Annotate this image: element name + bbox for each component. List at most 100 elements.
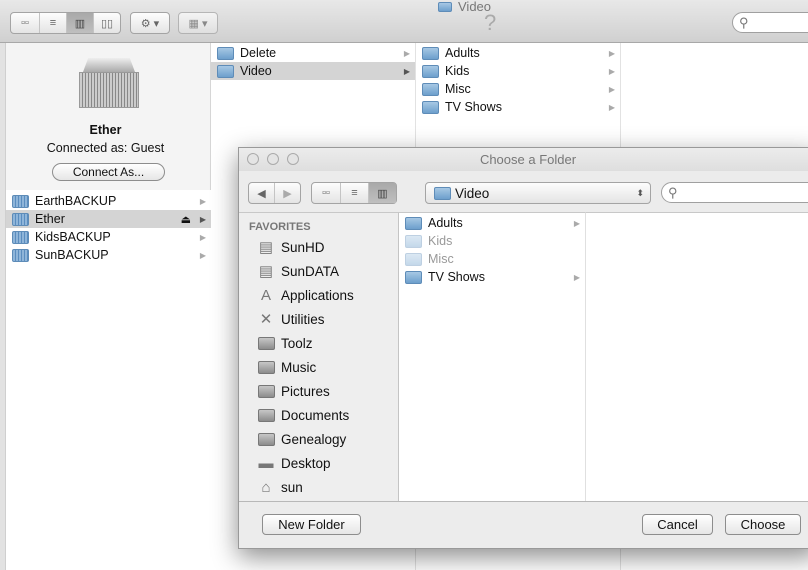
dialog-search-input[interactable]: ⚲ <box>661 182 808 203</box>
list-item[interactable]: Kids ▶ <box>416 62 620 80</box>
list-view-button[interactable]: ≡ <box>341 183 369 203</box>
action-menu-button[interactable]: ⚙ ▾ <box>130 12 170 34</box>
eject-icon[interactable]: ⏏ <box>181 213 191 226</box>
folder-icon <box>405 270 422 284</box>
favorite-item[interactable]: ▤ SunDATA <box>257 260 339 282</box>
network-volume-icon <box>12 212 29 226</box>
folder-icon <box>405 216 422 230</box>
forward-button[interactable]: ▶ <box>275 183 300 203</box>
network-volume-icon <box>12 230 29 244</box>
folder-icon <box>405 234 422 248</box>
shared-list: EarthBACKUP ▶ Ether ⏏ ▶ KidsBACKUP ▶ SunBACK… <box>6 190 211 570</box>
list-item[interactable]: TV Shows ▶ <box>399 268 585 286</box>
list-item: Kids <box>399 232 585 250</box>
search-input[interactable]: ⚲ <box>732 12 808 33</box>
favorite-item[interactable]: ▬ Desktop <box>257 452 331 474</box>
search-icon: ⚲ <box>739 15 749 30</box>
close-button[interactable] <box>247 153 259 165</box>
connection-status: Connected as: Guest <box>46 141 165 155</box>
coverflow-view-button[interactable]: ▯▯ <box>94 13 120 33</box>
folder-icon <box>257 360 275 374</box>
column-view-button[interactable]: ▥ <box>369 183 396 203</box>
desktop-icon: ▬ <box>258 454 274 472</box>
choose-button[interactable]: Choose <box>725 514 801 535</box>
folder-icon <box>422 46 439 60</box>
chevron-right-icon: ▶ <box>403 48 410 58</box>
minimize-button[interactable] <box>267 153 279 165</box>
favorite-item[interactable]: Pictures <box>257 380 330 402</box>
list-item[interactable]: Delete ▶ <box>211 44 415 62</box>
help-icon[interactable]: ? <box>484 10 496 36</box>
path-popup[interactable]: Video ⬍ <box>425 182 651 204</box>
list-item[interactable]: Ether ⏏ ▶ <box>6 210 211 228</box>
list-item[interactable]: Adults ▶ <box>399 214 585 232</box>
utilities-icon: ✕ <box>259 311 273 328</box>
folder-icon <box>257 384 275 398</box>
dialog-titlebar: Choose a Folder <box>239 148 808 171</box>
icon-view-button[interactable]: ▫▫ <box>312 183 341 203</box>
favorite-item[interactable]: Toolz <box>257 332 313 354</box>
list-item[interactable]: EarthBACKUP ▶ <box>6 192 211 210</box>
list-item[interactable]: Misc ▶ <box>416 80 620 98</box>
list-view-button[interactable]: ≡ <box>40 13 67 33</box>
chevron-right-icon: ▶ <box>403 66 410 76</box>
favorite-item[interactable]: Music <box>257 356 316 378</box>
column-view-button[interactable]: ▥ <box>67 13 94 33</box>
favorites-sidebar: FAVORITES ▤ SunHD ▤ SunDATA A Applications … <box>239 212 399 501</box>
chevron-right-icon: ▶ <box>608 66 615 76</box>
chevron-right-icon: ▶ <box>573 218 580 228</box>
list-item[interactable]: TV Shows ▶ <box>416 98 620 116</box>
server-panel: Ether Connected as: Guest Connect As... … <box>0 43 211 570</box>
list-item[interactable]: KidsBACKUP ▶ <box>6 228 211 246</box>
chevron-right-icon: ▶ <box>608 102 615 112</box>
folder-icon <box>257 432 275 446</box>
favorite-item[interactable]: Genealogy <box>257 428 346 450</box>
finder-toolbar: Video ? ▫▫ ≡ ▥ ▯▯ ⚙ ▾ ▦ ▾ ⚲ <box>0 0 808 43</box>
zoom-button[interactable] <box>287 153 299 165</box>
chevron-right-icon: ▶ <box>608 84 615 94</box>
folder-icon <box>438 2 452 12</box>
chevron-right-icon: ▶ <box>199 250 206 260</box>
folder-icon <box>434 186 451 200</box>
icon-view-button[interactable]: ▫▫ <box>11 13 40 33</box>
drive-icon: ▤ <box>258 263 274 280</box>
favorite-item[interactable]: ⌂ sun <box>257 476 302 498</box>
server-icon <box>79 58 139 110</box>
dialog-title: Choose a Folder <box>479 152 577 167</box>
folder-icon <box>422 100 439 114</box>
chevron-right-icon: ▶ <box>199 196 206 206</box>
gear-icon[interactable]: ⚙ ▾ <box>131 13 169 33</box>
divider <box>239 501 808 502</box>
favorite-item[interactable]: Documents <box>257 404 349 426</box>
favorite-item[interactable]: ▤ SunHD <box>257 236 325 258</box>
folder-icon <box>217 64 234 78</box>
arrange-menu-button[interactable]: ▦ ▾ <box>178 12 218 34</box>
chevron-right-icon: ▶ <box>573 272 580 282</box>
updown-chevron-icon: ⬍ <box>636 187 644 198</box>
favorite-item[interactable]: ✕ Utilities <box>257 308 325 330</box>
list-item[interactable]: Video ▶ <box>211 62 415 80</box>
list-item[interactable]: Adults ▶ <box>416 44 620 62</box>
list-item: Misc <box>399 250 585 268</box>
new-folder-button[interactable]: New Folder <box>262 514 361 535</box>
network-volume-icon <box>12 248 29 262</box>
dialog-empty-column <box>586 212 808 501</box>
applications-icon: A <box>260 286 271 304</box>
folder-icon <box>422 64 439 78</box>
dialog-view-control[interactable]: ▫▫ ≡ ▥ <box>311 182 397 204</box>
back-button[interactable]: ◀ <box>249 183 275 203</box>
folder-icon <box>257 336 275 350</box>
back-forward-control[interactable]: ◀ ▶ <box>248 182 301 204</box>
drive-icon: ▤ <box>258 239 274 256</box>
chevron-right-icon: ▶ <box>199 214 206 224</box>
chevron-right-icon: ▶ <box>608 48 615 58</box>
list-item[interactable]: SunBACKUP ▶ <box>6 246 211 264</box>
choose-folder-dialog: Choose a Folder ◀ ▶ ▫▫ ≡ ▥ Video ⬍ ⚲ FAV… <box>238 147 808 549</box>
search-icon: ⚲ <box>668 185 678 200</box>
connect-as-button[interactable]: Connect As... <box>52 163 165 181</box>
view-mode-control[interactable]: ▫▫ ≡ ▥ ▯▯ <box>10 12 121 34</box>
folder-icon <box>405 252 422 266</box>
favorite-item[interactable]: A Applications <box>257 284 354 306</box>
cancel-button[interactable]: Cancel <box>642 514 713 535</box>
arrange-icon[interactable]: ▦ ▾ <box>179 13 217 33</box>
